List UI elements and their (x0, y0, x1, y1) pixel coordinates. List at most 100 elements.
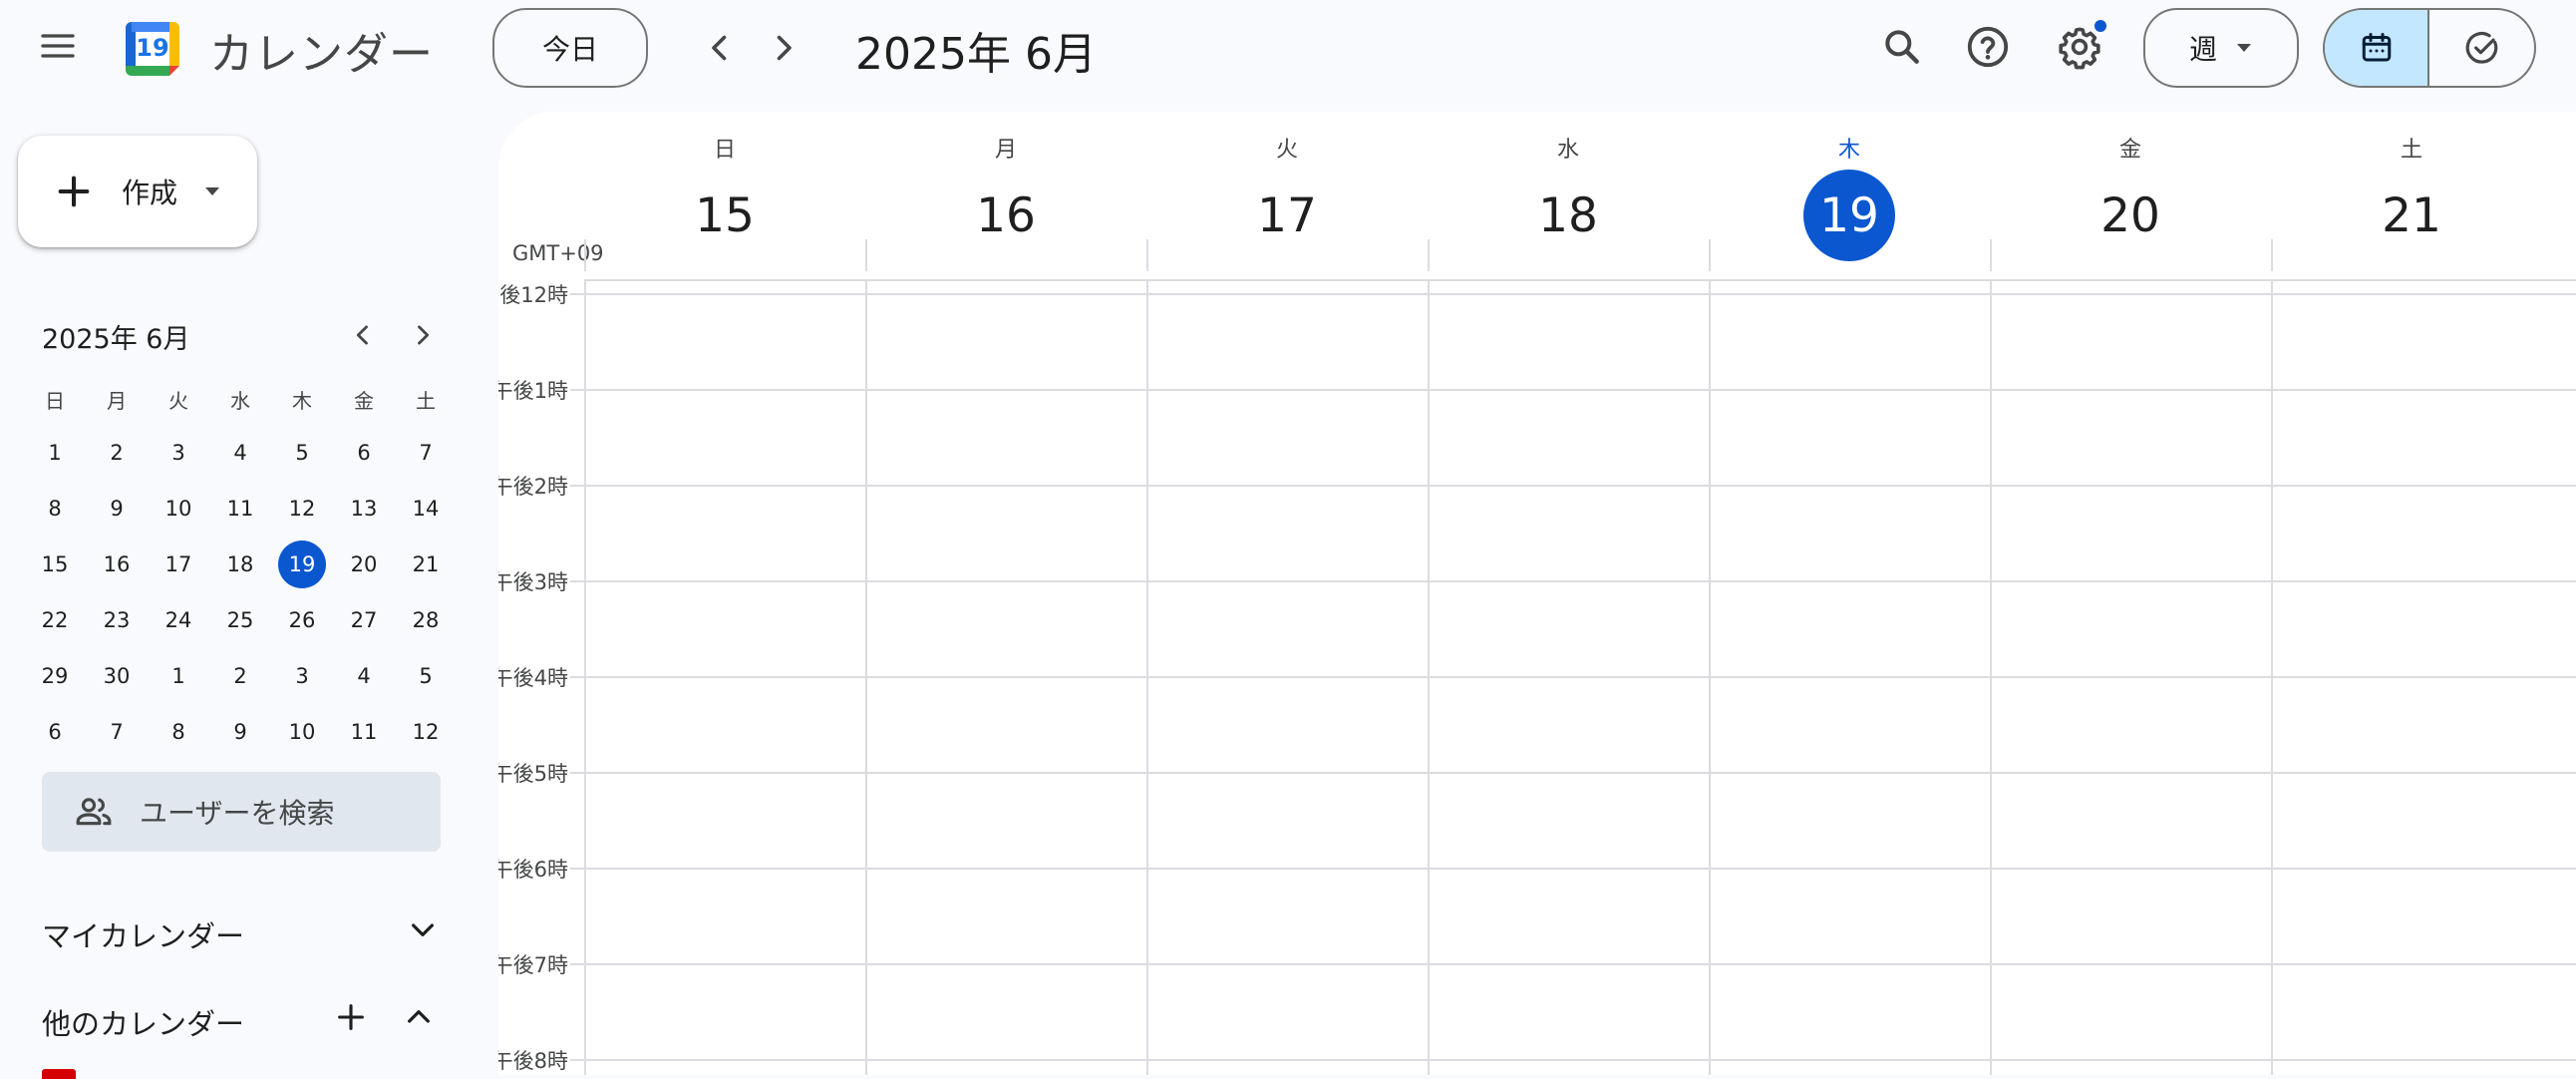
hour-line (570, 676, 2576, 678)
view-selector-label: 週 (2188, 33, 2217, 66)
help-icon (1967, 26, 2009, 68)
mini-calendar-day[interactable]: 3 (148, 425, 209, 481)
previous-week-button[interactable] (688, 16, 752, 80)
day-number-button[interactable]: 18 (1522, 170, 1614, 261)
mini-calendar-day[interactable]: 20 (333, 537, 395, 592)
mini-calendar-day[interactable]: 12 (395, 704, 457, 760)
other-calendars-heading[interactable]: 他のカレンダー (42, 1001, 244, 1043)
mini-calendar-day[interactable]: 16 (86, 537, 148, 592)
mini-calendar-day[interactable]: 14 (395, 481, 457, 537)
mini-calendar-weeks: 1 2 3 4 5 6 7 8 9 10 11 12 13 14 15 16 17 18 19 20 21 22 23 24 2… (24, 425, 463, 760)
mini-calendar-day-number: 11 (226, 497, 254, 521)
day-number-button[interactable]: 16 (960, 170, 1052, 261)
mini-calendar-day[interactable]: 8 (24, 481, 86, 537)
mini-calendar-day[interactable]: 6 (333, 425, 395, 481)
mini-calendar-day[interactable]: 22 (24, 592, 86, 648)
mini-calendar-day[interactable]: 13 (333, 481, 395, 537)
hour-label: 午後7時 (498, 953, 568, 977)
search-button[interactable] (1870, 15, 1934, 79)
mini-calendar-day[interactable]: 7 (395, 425, 457, 481)
calendar-view-toggle[interactable] (2325, 10, 2429, 86)
calendar-logo[interactable]: 19 (120, 16, 185, 82)
next-week-button[interactable] (752, 16, 815, 80)
view-selector-dropdown[interactable]: 週 (2143, 8, 2299, 88)
mini-calendar-day[interactable]: 9 (86, 481, 148, 537)
my-calendars-heading[interactable]: マイカレンダー (42, 913, 244, 955)
mini-calendar-day[interactable]: 2 (209, 648, 271, 704)
my-calendars-toggle[interactable] (395, 899, 451, 959)
calendar-color-swatch[interactable] (42, 1069, 76, 1079)
day-of-week-label: 木 (1837, 138, 1860, 163)
mini-calendar-day[interactable]: 25 (209, 592, 271, 648)
main-menu-button[interactable] (26, 14, 90, 78)
day-number-button[interactable]: 19 (1803, 170, 1895, 261)
mini-calendar-day[interactable]: 5 (271, 425, 333, 481)
day-number-button[interactable]: 15 (679, 170, 771, 261)
mini-calendar-day[interactable]: 26 (271, 592, 333, 648)
mini-calendar-day[interactable]: 3 (271, 648, 333, 704)
add-other-calendar-button[interactable] (323, 987, 379, 1047)
help-button[interactable] (1956, 15, 2020, 79)
hour-line (570, 772, 2576, 774)
mini-calendar-day[interactable]: 11 (333, 704, 395, 760)
mini-calendar-day[interactable]: 12 (271, 481, 333, 537)
mini-calendar-day[interactable]: 6 (24, 704, 86, 760)
mini-calendar-day[interactable]: 1 (24, 425, 86, 481)
create-button[interactable]: 作成 (18, 136, 257, 247)
mini-calendar-day[interactable]: 21 (395, 537, 457, 592)
mini-calendar-week-row: 6 7 8 9 10 11 12 (24, 704, 463, 760)
mini-calendar-prev-button[interactable] (339, 305, 387, 365)
mini-calendar-grid: 日 月 火 水 木 金 土 1 2 3 4 5 6 7 8 9 10 11 12 13 14 15 16 17 1… (24, 377, 463, 760)
mini-calendar-day[interactable]: 7 (86, 704, 148, 760)
plus-icon (338, 1004, 364, 1030)
mini-calendar-day-number: 29 (41, 664, 69, 688)
mini-calendar-day[interactable]: 23 (86, 592, 148, 648)
day-number-button[interactable]: 20 (2085, 170, 2176, 261)
mini-calendar-day[interactable]: 10 (271, 704, 333, 760)
hour-label: 午後2時 (498, 475, 568, 499)
today-button[interactable]: 今日 (492, 8, 648, 88)
other-calendars-toggle[interactable] (391, 987, 447, 1047)
mini-calendar-day[interactable]: 4 (333, 648, 395, 704)
day-number-button[interactable]: 17 (1241, 170, 1333, 261)
week-view: GMT+09 日 15 月 16 火 17 水 18 木 19 金 20 土 21 午後12時午後1時午後… (498, 112, 2576, 1075)
mini-calendar-day-number: 1 (48, 441, 62, 465)
mini-calendar-day[interactable]: 8 (148, 704, 209, 760)
user-search-field[interactable]: ユーザーを検索 (42, 772, 441, 852)
mini-calendar-title: 2025年 6月 (42, 324, 190, 355)
mini-calendar-day-number: 26 (288, 608, 316, 632)
chevron-left-icon (356, 325, 368, 345)
search-icon (1885, 30, 1919, 64)
hour-line (570, 1059, 2576, 1061)
mini-calendar-day[interactable]: 5 (395, 648, 457, 704)
hamburger-menu-icon (41, 34, 75, 58)
chevron-right-icon (777, 35, 792, 61)
mini-calendar-next-button[interactable] (399, 305, 447, 365)
mini-calendar-day[interactable]: 28 (395, 592, 457, 648)
day-number-button[interactable]: 21 (2366, 170, 2457, 261)
mini-calendar-day[interactable]: 24 (148, 592, 209, 648)
tasks-view-toggle[interactable] (2429, 10, 2534, 86)
mini-calendar-day[interactable]: 29 (24, 648, 86, 704)
hour-label: 午後8時 (498, 1049, 568, 1073)
mini-calendar-day[interactable]: 19 (271, 537, 333, 592)
mini-calendar-day[interactable]: 2 (86, 425, 148, 481)
mini-calendar-day-number: 18 (226, 552, 254, 576)
mini-calendar-day-number: 9 (233, 720, 247, 744)
column-divider (584, 239, 586, 271)
settings-button[interactable] (2048, 15, 2111, 79)
mini-calendar-day[interactable]: 27 (333, 592, 395, 648)
mini-calendar-day[interactable]: 17 (148, 537, 209, 592)
mini-calendar-day[interactable]: 30 (86, 648, 148, 704)
column-divider (1146, 239, 1148, 271)
mini-calendar-day[interactable]: 15 (24, 537, 86, 592)
mini-calendar-day[interactable]: 1 (148, 648, 209, 704)
mini-calendar-day[interactable]: 18 (209, 537, 271, 592)
mini-calendar-day[interactable]: 10 (148, 481, 209, 537)
day-of-week-label: 日 (713, 138, 736, 163)
mini-calendar-day[interactable]: 9 (209, 704, 271, 760)
mini-calendar-day[interactable]: 11 (209, 481, 271, 537)
mini-calendar-week-row: 1 2 3 4 5 6 7 (24, 425, 463, 481)
mini-calendar-day[interactable]: 4 (209, 425, 271, 481)
calendar-logo-day: 19 (136, 34, 169, 62)
